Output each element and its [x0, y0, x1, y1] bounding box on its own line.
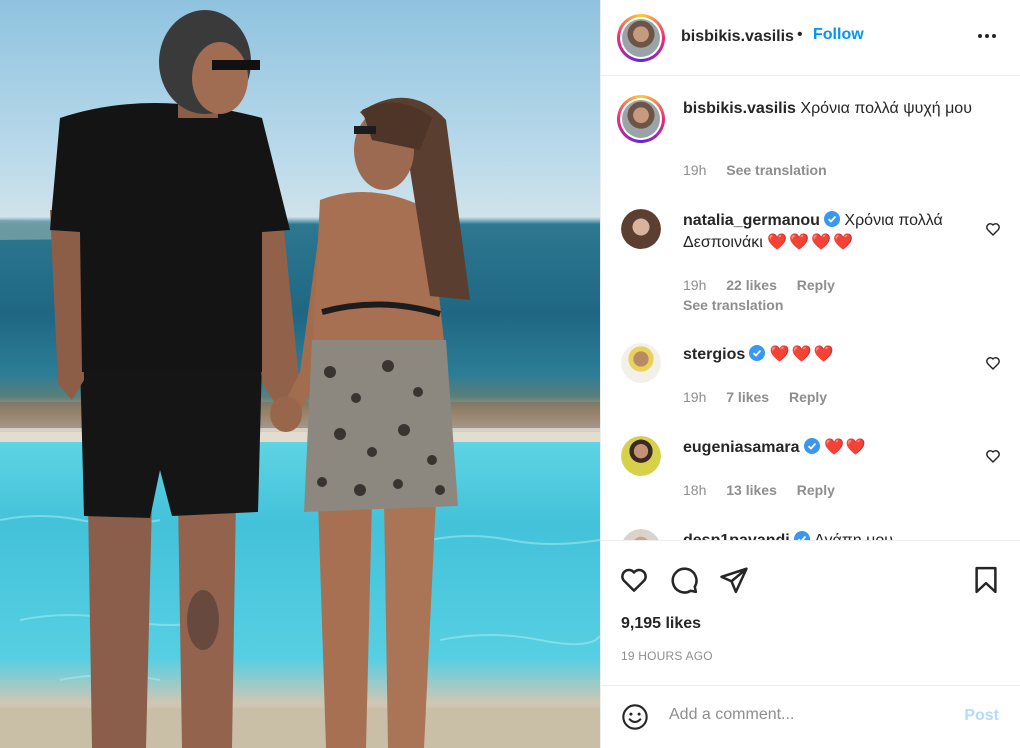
comment-likes[interactable]: 22 likes [726, 277, 777, 293]
comment-body: natalia_germanou Χρόνια πολλά Δεσποινάκι… [683, 210, 979, 254]
heart-icon[interactable] [985, 221, 1001, 237]
comment-reply-button[interactable]: Reply [789, 389, 827, 405]
comment-avatar[interactable] [621, 436, 661, 476]
comment-time[interactable]: 19h [683, 277, 706, 293]
comment-avatar[interactable] [621, 529, 661, 540]
comment-hearts: ❤️❤️❤️❤️ [767, 234, 855, 251]
post-side-panel: bisbikis.vasilis • Follow bisbikis.vasil… [600, 0, 1020, 748]
comment-meta: 18h 13 likes Reply [683, 482, 851, 498]
heart-icon[interactable] [619, 565, 649, 595]
post-comment-button[interactable]: Post [964, 707, 999, 725]
post-actions: 9,195 likes 19 HOURS AGO [601, 540, 1020, 685]
heart-icon[interactable] [985, 355, 1001, 371]
comment-avatar[interactable] [621, 209, 661, 249]
post-photo [0, 0, 600, 748]
comment-input[interactable] [669, 706, 939, 724]
photo-illustration [0, 10, 600, 748]
follow-button[interactable]: Follow [813, 26, 864, 44]
comment-username[interactable]: desp1payandi [683, 532, 790, 540]
emoji-smile-icon[interactable] [621, 703, 649, 731]
author-avatar[interactable] [617, 14, 665, 62]
comment-reply-button[interactable]: Reply [797, 482, 835, 498]
comment-username[interactable]: stergios [683, 346, 745, 363]
comment-username[interactable]: natalia_germanou [683, 212, 820, 229]
verified-badge-icon [823, 211, 840, 227]
bookmark-icon[interactable] [971, 565, 1001, 595]
comment-meta: 19h 22 likes Reply [683, 277, 851, 293]
comment-body: desp1payandi Αγάπη μου [683, 530, 979, 540]
comment-see-translation[interactable]: See translation [683, 297, 783, 313]
post-header: bisbikis.vasilis • Follow [601, 0, 1020, 76]
post-timestamp[interactable]: 19 HOURS AGO [621, 649, 713, 663]
author-username[interactable]: bisbikis.vasilis [681, 28, 794, 46]
paper-plane-icon[interactable] [719, 565, 749, 595]
comments-list[interactable]: bisbikis.vasilis Χρόνια πολλά ψυχή μου 1… [601, 77, 1020, 540]
comment-time[interactable]: 19h [683, 389, 706, 405]
verified-badge-icon [749, 345, 766, 361]
comment-likes[interactable]: 7 likes [726, 389, 769, 405]
comment-hearts: ❤️❤️❤️ [769, 346, 836, 363]
post-likes-count[interactable]: 9,195 likes [621, 615, 701, 633]
caption-body: bisbikis.vasilis Χρόνια πολλά ψυχή μου [683, 98, 979, 120]
comment-time[interactable]: 18h [683, 482, 706, 498]
comment-avatar[interactable] [621, 343, 661, 383]
comment-likes[interactable]: 13 likes [726, 482, 777, 498]
caption-avatar[interactable] [617, 95, 665, 143]
man-figure [50, 10, 300, 748]
more-horizontal-icon[interactable] [975, 24, 999, 48]
add-comment-bar: Post [601, 685, 1020, 748]
comment-body: stergios ❤️❤️❤️ [683, 344, 979, 366]
comment-bubble-icon[interactable] [669, 565, 699, 595]
verified-badge-icon [793, 531, 810, 540]
comment-meta: 19h 7 likes Reply [683, 389, 843, 405]
caption-text: Χρόνια πολλά ψυχή μου [800, 100, 972, 117]
comment-text: Αγάπη μου [814, 532, 893, 540]
caption-username[interactable]: bisbikis.vasilis [683, 100, 796, 117]
comment-body: eugeniasamara ❤️❤️ [683, 437, 979, 459]
comment-reply-button[interactable]: Reply [797, 277, 835, 293]
caption-time[interactable]: 19h [683, 162, 706, 178]
caption-see-translation[interactable]: See translation [726, 162, 826, 178]
heart-icon[interactable] [985, 448, 1001, 464]
comment-hearts: ❤️❤️ [823, 439, 868, 456]
comment-username[interactable]: eugeniasamara [683, 439, 800, 456]
verified-badge-icon [803, 438, 820, 454]
header-separator: • [797, 26, 803, 43]
caption-meta: 19h See translation [683, 162, 843, 178]
